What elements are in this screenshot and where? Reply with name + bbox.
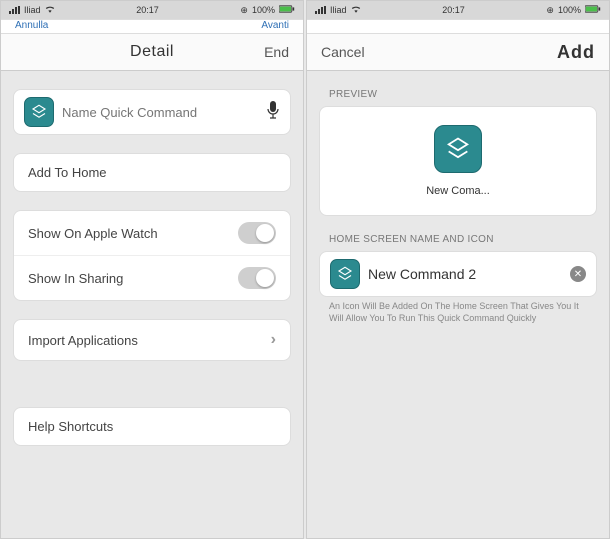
sharing-toggle[interactable] [238, 267, 276, 289]
add-to-home-label: Add To Home [28, 165, 107, 180]
battery-percent: 100% [252, 5, 275, 15]
page-title: Detail [130, 43, 174, 61]
shortcut-app-icon[interactable] [330, 259, 360, 289]
cutoff-nav: Annulla Avanti [1, 19, 303, 33]
battery-percent: 100% [558, 5, 581, 15]
preview-header: PREVIEW [319, 89, 597, 106]
carrier-label: Iliad [330, 5, 347, 15]
toggles-card: Show On Apple Watch Show In Sharing [13, 210, 291, 301]
import-applications-label: Import Applications [28, 333, 138, 348]
home-screen-header: HOME SCREEN NAME AND ICON [319, 234, 597, 251]
left-phone-screen: Iliad 20:17 ⊕ 100% Annulla Avanti Detail… [0, 0, 304, 539]
microphone-icon[interactable] [266, 100, 280, 125]
cutoff-nav [307, 19, 609, 33]
sharing-label: Show In Sharing [28, 271, 123, 286]
content-area: Add To Home Show On Apple Watch Show In … [1, 71, 303, 538]
command-name-input[interactable] [62, 105, 258, 120]
clock: 20:17 [442, 5, 465, 15]
wifi-icon [45, 5, 55, 15]
battery-icon [279, 5, 295, 15]
content-area: PREVIEW New Coma... HOME SCREEN NAME AND… [307, 71, 609, 538]
shortcut-app-icon[interactable] [24, 97, 54, 127]
preview-shortcut-name: New Coma... [426, 185, 490, 197]
name-command-card [13, 89, 291, 135]
signal-icon [9, 6, 20, 14]
carrier-label: Iliad [24, 5, 41, 15]
cancel-button[interactable]: Cancel [321, 44, 365, 60]
right-phone-screen: Iliad 20:17 ⊕ 100% Cancel Add PREVIEW Ne… [306, 0, 610, 539]
add-button[interactable]: Add [557, 42, 595, 63]
sharing-row: Show In Sharing [14, 256, 290, 300]
wifi-icon [351, 5, 361, 15]
help-shortcuts-label: Help Shortcuts [28, 419, 113, 434]
preview-card: New Coma... [319, 106, 597, 216]
nav-bar: Cancel Add [307, 33, 609, 71]
home-name-input[interactable]: New Command 2 [368, 266, 562, 282]
status-bar: Iliad 20:17 ⊕ 100% [307, 1, 609, 19]
chevron-right-icon: › [271, 331, 276, 349]
import-applications-row[interactable]: Import Applications › [13, 319, 291, 361]
battery-icon [585, 5, 601, 15]
nav-bar: Detail End [1, 33, 303, 71]
end-button[interactable]: End [264, 44, 289, 60]
close-icon: ✕ [574, 269, 582, 280]
shortcut-app-icon [434, 125, 482, 173]
status-bar: Iliad 20:17 ⊕ 100% [1, 1, 303, 19]
add-to-home-card[interactable]: Add To Home [13, 153, 291, 192]
apple-watch-label: Show On Apple Watch [28, 226, 158, 241]
help-shortcuts-row[interactable]: Help Shortcuts [13, 407, 291, 446]
helper-text: An Icon Will Be Added On The Home Screen… [319, 297, 597, 328]
apple-watch-toggle[interactable] [238, 222, 276, 244]
clock: 20:17 [136, 5, 159, 15]
apple-watch-row: Show On Apple Watch [14, 211, 290, 256]
home-name-card: New Command 2 ✕ [319, 251, 597, 297]
signal-icon [315, 6, 326, 14]
clear-text-button[interactable]: ✕ [570, 266, 586, 282]
